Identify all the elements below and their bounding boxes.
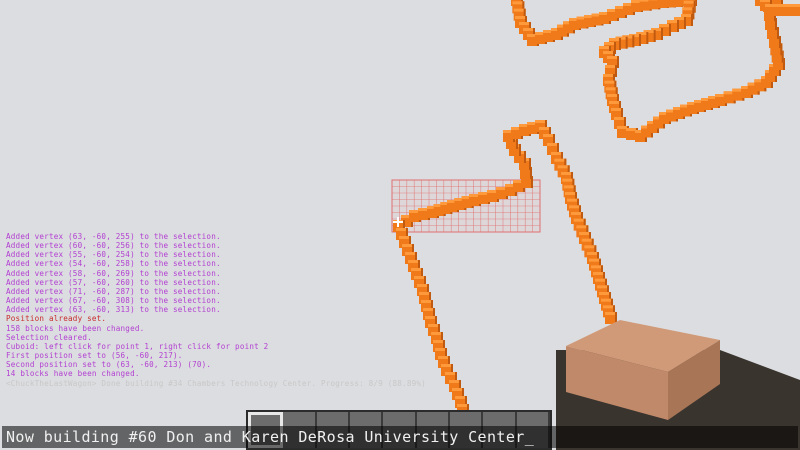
chat-line: Added vertex (67, -60, 308) to the selec… <box>6 296 221 306</box>
orange-block-side <box>617 56 619 68</box>
orange-block-top <box>795 4 800 7</box>
orange-block-side <box>639 34 641 46</box>
orange-block-side <box>646 32 649 44</box>
chat-line: Cuboid: left click for point 1, right cl… <box>6 341 269 351</box>
chat-line: 14 blocks have been changed. <box>6 369 140 379</box>
chat-line: Added vertex (55, -60, 254) to the selec… <box>6 250 221 260</box>
orange-block-side <box>677 20 679 32</box>
orange-block-side <box>779 36 781 48</box>
orange-block-side <box>625 36 628 49</box>
chat-line: Added vertex (63, -60, 313) to the selec… <box>6 305 221 315</box>
chat-line: Added vertex (58, -60, 269) to the selec… <box>6 268 221 278</box>
chat-line: Added vertex (63, -60, 255) to the selec… <box>6 232 221 241</box>
orange-block-side <box>684 17 686 29</box>
orange-block-side <box>777 27 779 39</box>
orange-block-side <box>691 14 693 26</box>
chat-line: Selection cleared. <box>6 332 92 342</box>
orange-block-side <box>669 24 671 36</box>
orange-block-side <box>632 35 635 48</box>
chat-line: Added vertex (71, -60, 287) to the selec… <box>6 286 221 296</box>
orange-block-side <box>661 28 663 40</box>
chat-line: <ChuckTheLastWagon> Done building #34 Ch… <box>6 378 426 388</box>
chat-line: Position already set. <box>6 314 107 324</box>
chat-log: Added vertex (63, -60, 255) to the selec… <box>6 232 526 388</box>
chat-line: Added vertex (54, -60, 258) to the selec… <box>6 259 221 269</box>
orange-block-side <box>529 158 531 170</box>
chat-line: Second position set to (63, -60, 213) (7… <box>6 360 212 370</box>
chat-line: 158 blocks have been changed. <box>6 323 145 333</box>
chat-input-bar[interactable]: Now building #60 Don and Karen DeRosa Un… <box>2 426 798 448</box>
orange-block-side <box>615 65 617 77</box>
chat-line: Added vertex (57, -60, 260) to the selec… <box>6 277 221 287</box>
orange-block-side <box>619 38 621 50</box>
chat-input-field[interactable]: Now building #60 Don and Karen DeRosa Un… <box>6 428 534 446</box>
orange-block-side <box>519 144 521 156</box>
orange-block-side <box>653 30 656 42</box>
chat-line: Added vertex (60, -60, 256) to the selec… <box>6 241 221 251</box>
orange-block-side <box>524 151 526 163</box>
chat-line: First position set to (56, -60, 217). <box>6 351 183 361</box>
